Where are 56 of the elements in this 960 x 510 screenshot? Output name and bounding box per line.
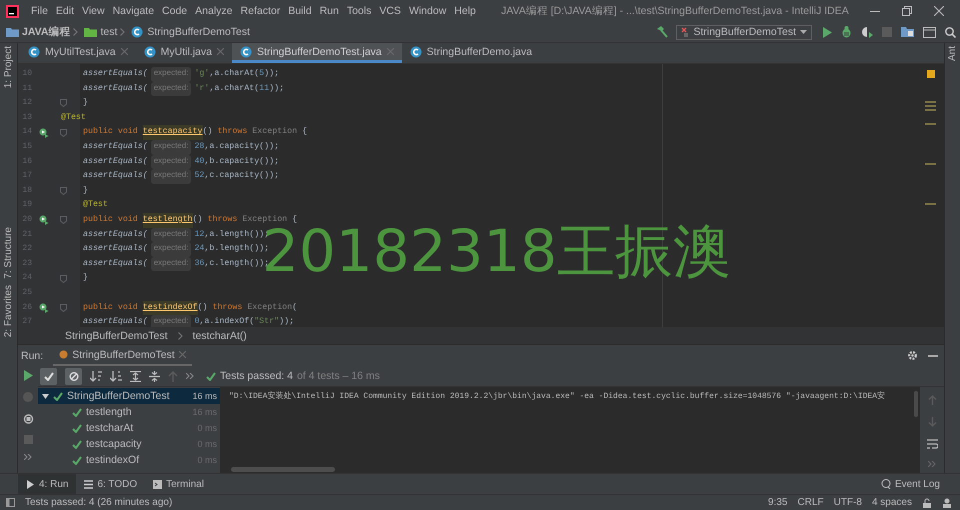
line-separator[interactable]: CRLF [798, 497, 824, 508]
tree-item[interactable]: StringBufferDemoTest 16 ms [38, 388, 220, 404]
code-line: assertEquals( expected: 'r',a.charAt(11)); [83, 82, 284, 96]
menu-item[interactable]: Window [404, 5, 450, 17]
run-configuration-dropdown[interactable]: StringBufferDemoTest [676, 24, 812, 40]
menu-item[interactable]: Tools [342, 5, 376, 17]
code-line: assertEquals( expected: 'g',a.charAt(5)); [83, 67, 280, 82]
window-title: JAVA编程 [D:\JAVA编程] - ...\test\StringBufferDemoTest.java - IntelliJ IDEA [500, 4, 850, 18]
side-tab[interactable]: Ant [947, 43, 958, 64]
tool-window-tab[interactable]: Terminal [145, 474, 212, 494]
indent-setting[interactable]: 4 spaces [872, 497, 912, 508]
caret-position[interactable]: 9:35 [768, 497, 788, 508]
menu-item[interactable]: Refactor [236, 5, 284, 17]
breadcrumb[interactable]: StringBufferDemoTest [65, 330, 168, 342]
side-tab[interactable]: 2: Favorites [3, 282, 14, 340]
breadcrumb[interactable]: JAVA编程 [22, 25, 70, 39]
status-message: Tests passed: 4 (26 minutes ago) [25, 497, 174, 508]
tool-window-tab[interactable]: 6: TODO [76, 474, 146, 494]
menu-item[interactable]: Analyze [191, 5, 237, 17]
breadcrumb[interactable]: testcharAt() [192, 330, 247, 342]
console-output: "D:\IDEA安装处\IntelliJ IDEA Community Edition 2019.2.2\jbr\bin\java.exe" -ea -Didea.test.cyclic.buffer.size=1048576 "-javaagent:D:\IDEA安 [229, 390, 886, 401]
event-log-button[interactable]: Event Log [880, 478, 940, 490]
editor-tab[interactable]: MyUtilTest.java [20, 43, 136, 63]
menu-item[interactable]: Edit [52, 5, 78, 17]
code-line: assertEquals( expected: 28,a.capacity()); [83, 140, 280, 155]
menu-item[interactable]: View [78, 5, 109, 17]
test-summary-detail: of 4 tests – 16 ms [296, 370, 380, 382]
panel-label: Run: [21, 350, 44, 362]
menu-item[interactable]: Help [450, 5, 480, 17]
file-encoding[interactable]: UTF-8 [834, 497, 862, 508]
code-line: } [83, 97, 88, 110]
test-summary: Tests passed: 4 [220, 370, 293, 382]
code-line: } [83, 184, 88, 197]
menu-item[interactable]: File [27, 5, 52, 17]
code-line: } [83, 272, 88, 284]
editor-tab[interactable]: StringBufferDemoTest.java [232, 43, 402, 63]
run-tab[interactable]: StringBufferDemoTest [53, 346, 192, 366]
code-line: @Test [83, 199, 108, 212]
menu-item[interactable]: VCS [375, 5, 405, 17]
code-line: assertEquals( expected: 52,c.capacity()); [83, 169, 280, 184]
breadcrumb[interactable]: StringBufferDemoTest [147, 26, 250, 38]
menu-item[interactable]: Code [158, 5, 192, 17]
code-line: public void testcapacity() throws Exception { [83, 125, 308, 140]
code-line: public void testlength() throws Exception { [83, 212, 298, 228]
code-line: public void testindexOf() throws Exception( [83, 300, 298, 316]
breadcrumb[interactable]: test [100, 26, 118, 38]
menu-item[interactable]: Run [316, 5, 343, 17]
side-tab[interactable]: 1: Project [3, 43, 14, 92]
editor-tab[interactable]: MyUtil.java [136, 43, 232, 63]
code-line: assertEquals( expected: 40,b.capacity()); [83, 154, 280, 170]
menu-item[interactable]: Navigate [108, 5, 158, 17]
menu-item[interactable]: Build [284, 5, 316, 17]
code-line: @Test [61, 112, 86, 124]
side-tab[interactable]: 7: Structure [3, 224, 14, 282]
tool-window-tab[interactable]: 4: Run [18, 474, 76, 494]
editor-tab[interactable]: StringBufferDemo.java [402, 43, 540, 63]
